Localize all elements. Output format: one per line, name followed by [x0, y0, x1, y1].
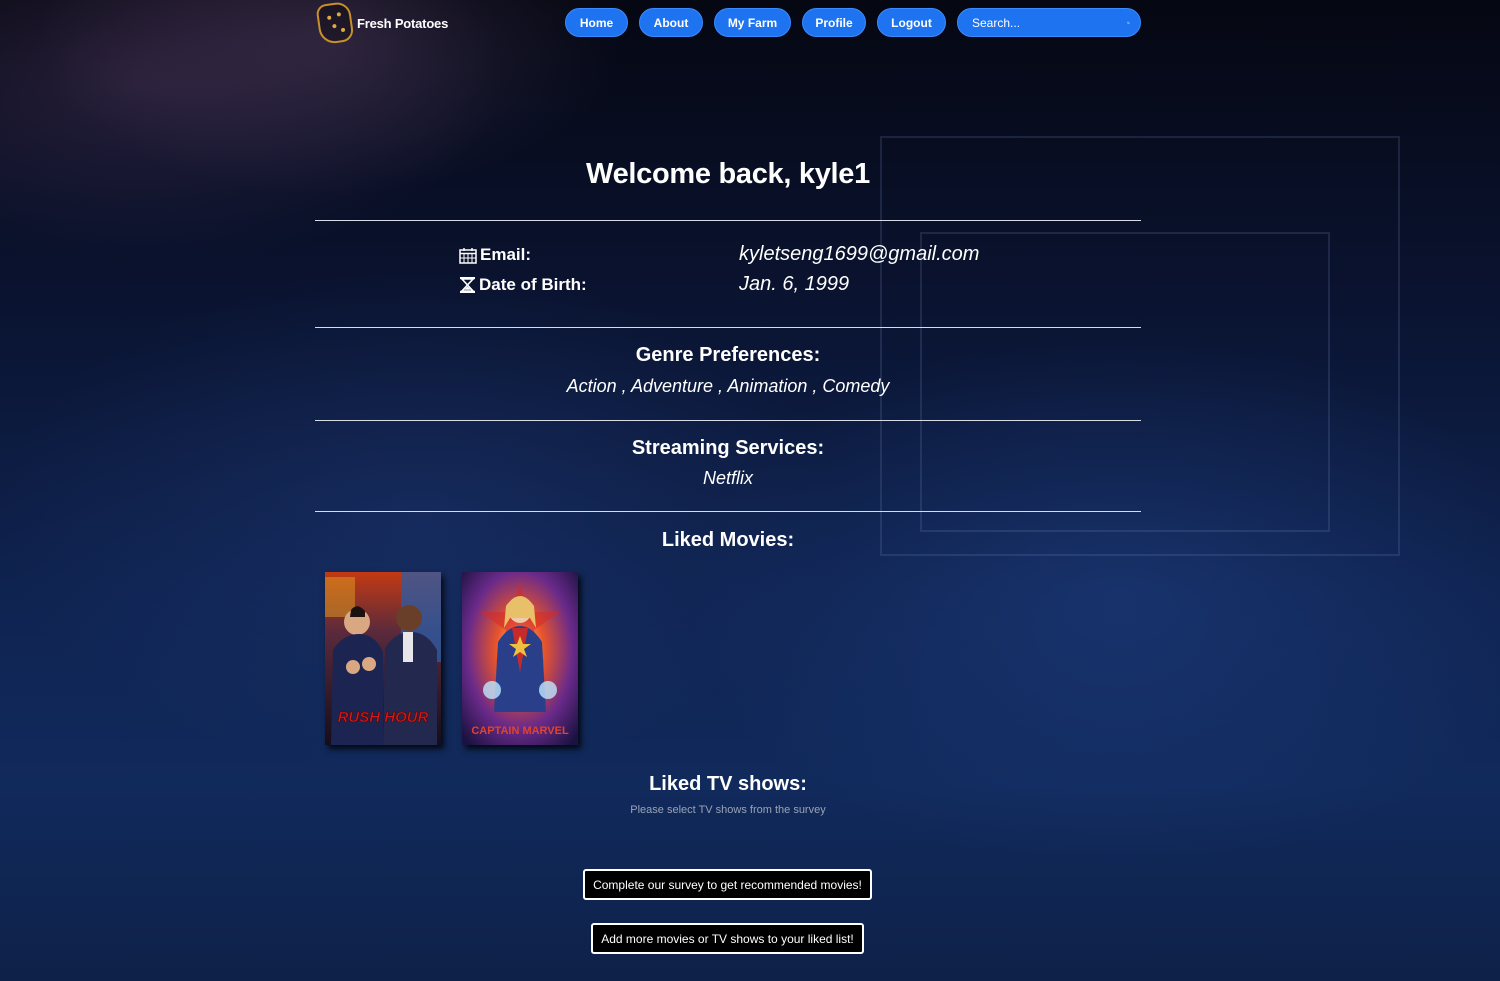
email-value: kyletseng1699@gmail.com — [739, 243, 980, 265]
rush-hour-poster-image: RUSH HOUR — [325, 572, 441, 745]
nav-profile-button[interactable]: Profile — [802, 8, 866, 37]
divider — [315, 420, 1141, 421]
streaming-list: Netflix — [702, 468, 753, 488]
add-more-liked-button[interactable]: Add more movies or TV shows to your like… — [591, 923, 864, 954]
search-bar — [957, 8, 1141, 37]
page-title: Welcome back, kyle1 — [586, 158, 870, 190]
captain-marvel-poster-title: CAPTAIN MARVEL — [471, 725, 569, 737]
dob-label: Date of Birth: — [459, 275, 587, 295]
streaming-services-heading: Streaming Services: — [631, 437, 825, 459]
divider — [315, 220, 1141, 221]
genre-list: Action , Adventure , Animation , Comedy — [566, 376, 890, 396]
nav-home-button[interactable]: Home — [565, 8, 628, 37]
nav-logout-button[interactable]: Logout — [877, 8, 946, 37]
liked-tv-hint: Please select TV shows from the survey — [630, 804, 826, 816]
captain-marvel-poster-image: CAPTAIN MARVEL — [462, 572, 578, 745]
search-input[interactable] — [972, 15, 1127, 30]
email-label-text: Email: — [480, 245, 532, 264]
dob-value: Jan. 6, 1999 — [739, 273, 850, 295]
liked-tv-heading: Liked TV shows: — [649, 773, 807, 795]
divider — [315, 511, 1141, 512]
search-icon[interactable] — [1127, 16, 1130, 30]
potato-logo-icon — [315, 0, 355, 46]
brand[interactable]: Fresh Potatoes — [315, 0, 449, 46]
hourglass-icon — [460, 277, 475, 293]
movie-poster-rush-hour[interactable]: RUSH HOUR — [325, 572, 441, 745]
brand-name: Fresh Potatoes — [357, 15, 449, 31]
nav-about-button[interactable]: About — [639, 8, 703, 37]
navbar: Fresh Potatoes Home About My Farm Profil… — [0, 0, 1500, 46]
movie-poster-captain-marvel[interactable]: CAPTAIN MARVEL — [462, 572, 578, 745]
genre-preferences-heading: Genre Preferences: — [635, 344, 821, 366]
dob-label-text: Date of Birth: — [479, 275, 587, 294]
complete-survey-button[interactable]: Complete our survey to get recommended m… — [583, 869, 872, 900]
liked-movies-heading: Liked Movies: — [661, 529, 795, 551]
rush-hour-poster-title: RUSH HOUR — [338, 709, 429, 726]
calendar-icon — [459, 247, 477, 264]
email-label: Email: — [459, 245, 531, 265]
nav-my-farm-button[interactable]: My Farm — [714, 8, 791, 37]
divider — [315, 327, 1141, 328]
